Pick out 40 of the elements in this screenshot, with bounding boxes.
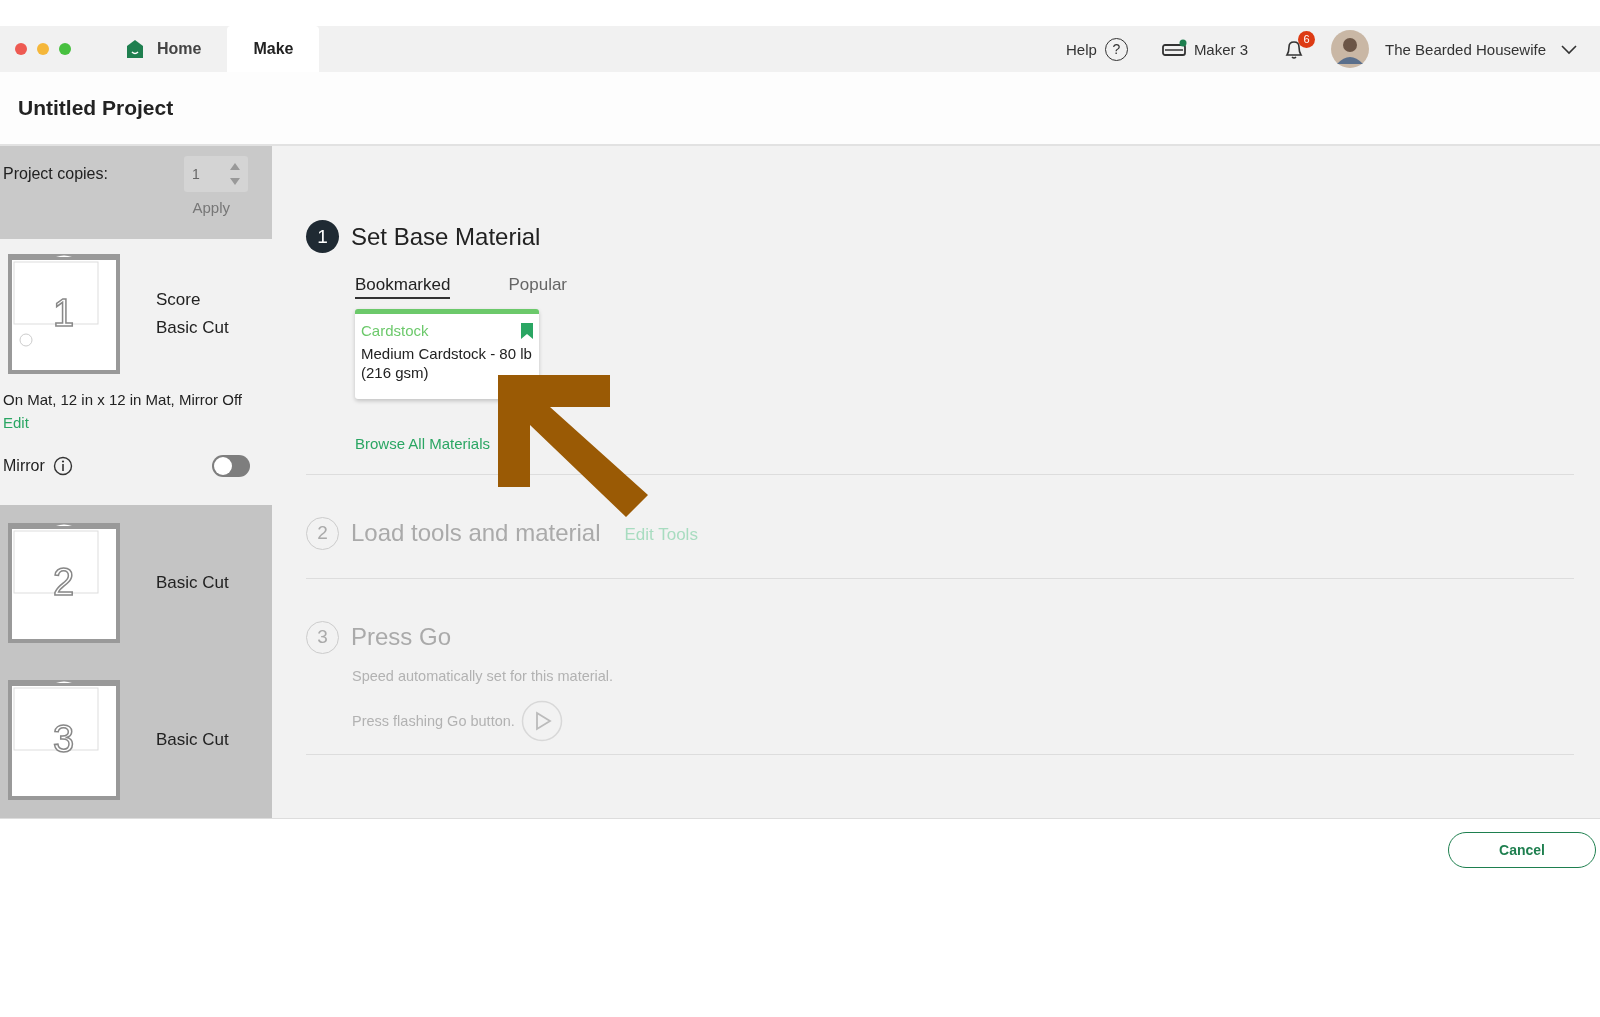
mat-operation: Basic Cut <box>156 318 229 339</box>
material-tab[interactable]: Popular <box>508 275 568 299</box>
material-card[interactable]: Cardstock Medium Cardstock - 80 lb (216 gsm) <box>355 309 539 399</box>
chevron-down-icon <box>1560 43 1578 55</box>
material-name: Medium Cardstock - 80 lb (216 gsm) <box>361 345 533 383</box>
copies-field[interactable]: 1 <box>184 156 248 192</box>
mat-operation: Basic Cut <box>156 573 229 594</box>
project-title: Untitled Project <box>18 96 174 120</box>
cancel-button[interactable]: Cancel <box>1448 832 1596 868</box>
step-title: Load tools and material <box>351 519 601 547</box>
mirror-label: Mirror <box>3 457 45 476</box>
step-number: 1 <box>306 220 339 253</box>
mirror-toggle[interactable] <box>212 455 250 478</box>
notification-count: 6 <box>1298 30 1316 48</box>
machine-button[interactable]: Maker 3 <box>1161 39 1249 59</box>
help-button[interactable]: Help ? <box>1066 37 1128 61</box>
mat-operation: Score <box>156 290 202 311</box>
mat-info: On Mat, 12 in x 12 in Mat, Mirror Off <box>3 391 243 409</box>
user-menu[interactable]: The Bearded Housewife <box>1385 40 1578 58</box>
step-note: Press flashing Go button. <box>352 712 515 729</box>
mat-operation: Basic Cut <box>156 729 229 750</box>
material-tab[interactable]: Bookmarked <box>355 275 451 299</box>
bookmark-icon[interactable] <box>521 322 533 339</box>
mat-number: 2 <box>53 561 75 605</box>
avatar-icon[interactable] <box>1331 30 1370 68</box>
material-category: Cardstock <box>361 322 429 339</box>
copies-label: Project copies: <box>3 165 108 183</box>
close-window-button[interactable] <box>15 43 27 55</box>
step-title: Set Base Material <box>351 222 541 251</box>
nav-tab[interactable]: Make <box>227 26 320 72</box>
play-icon <box>520 699 563 742</box>
machine-icon <box>1161 39 1188 59</box>
nav-tab[interactable]: Home <box>99 26 228 72</box>
info-icon[interactable] <box>52 456 73 477</box>
mat-number: 3 <box>53 717 75 761</box>
zoom-window-button[interactable] <box>59 43 71 55</box>
step-title: Press Go <box>351 623 452 651</box>
step-note: Speed automatically set for this material. <box>352 667 615 684</box>
mat-item[interactable]: 1 Score Basic Cut <box>0 239 272 390</box>
mat-number: 1 <box>53 292 75 336</box>
